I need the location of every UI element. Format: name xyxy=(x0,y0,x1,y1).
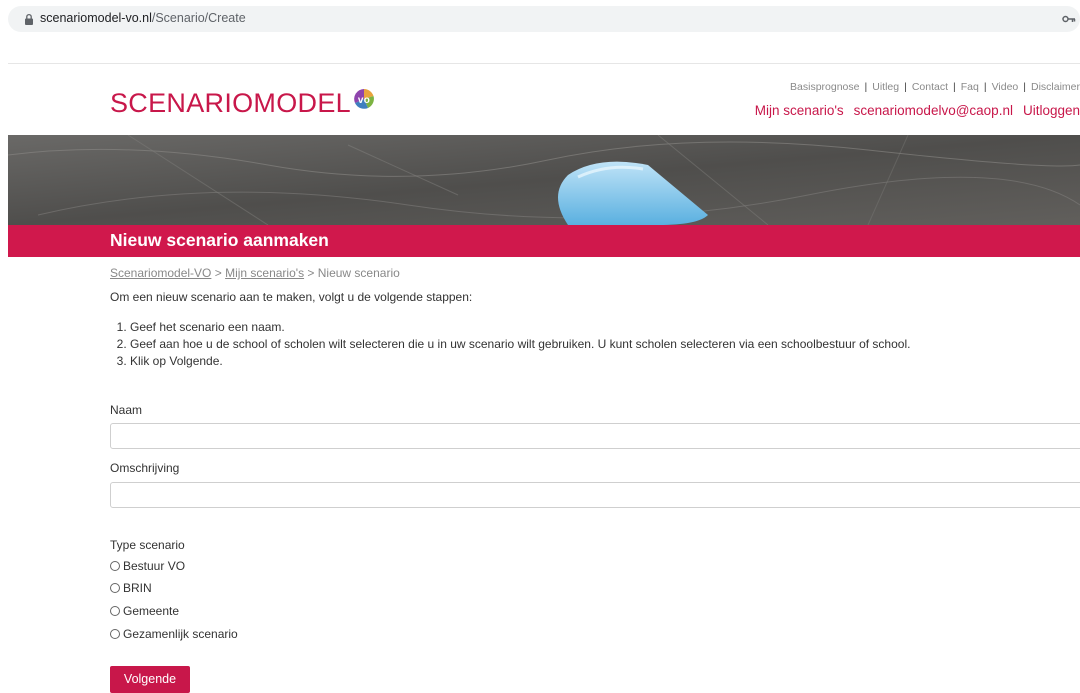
steps-list: Geef het scenario een naam. Geef aan hoe… xyxy=(110,319,1080,370)
nav-link-contact[interactable]: Contact xyxy=(912,81,948,93)
nav-link-basisprognose[interactable]: Basisprognose xyxy=(790,81,859,93)
nav-separator: | xyxy=(864,81,868,93)
page-title: Nieuw scenario aanmaken xyxy=(110,230,329,250)
utility-nav: Basisprognose | Uitleg | Contact | Faq | Video | D… xyxy=(790,81,1080,93)
nav-separator: | xyxy=(904,81,907,93)
description-label: Omschrijving xyxy=(110,461,180,475)
radio-button[interactable] xyxy=(110,561,120,571)
logout-link[interactable]: Uitloggen xyxy=(1023,103,1080,118)
key-icon[interactable] xyxy=(1062,11,1076,27)
browser-toolbar: scenariomodel-vo.nl/Scenario/Create xyxy=(0,0,1080,38)
radio-label[interactable]: BRIN xyxy=(123,581,152,595)
radio-button[interactable] xyxy=(110,629,120,639)
breadcrumb-current: Nieuw scenario xyxy=(317,266,400,280)
nav-separator: | xyxy=(953,81,956,93)
breadcrumb-separator: > xyxy=(211,266,226,280)
radio-option-gemeente[interactable]: Gemeente xyxy=(110,604,179,620)
radio-label[interactable]: Gemeente xyxy=(123,604,179,618)
radio-button[interactable] xyxy=(110,606,120,616)
next-button[interactable]: Volgende xyxy=(110,666,190,693)
step-item: Geef het scenario een naam. xyxy=(130,319,1080,336)
site-logo[interactable]: SCENARIOMODEL vo xyxy=(110,86,375,119)
breadcrumb-home-link[interactable]: Scenariomodel-VO xyxy=(110,266,211,280)
address-bar[interactable]: scenariomodel-vo.nl/Scenario/Create xyxy=(8,6,1080,32)
url-domain: scenariomodel-vo.nl xyxy=(40,11,152,25)
main-content: Scenariomodel-VO > Mijn scenario's > Nie… xyxy=(110,266,1080,370)
url-path: /Scenario/Create xyxy=(151,11,246,25)
scenario-type-label: Type scenario xyxy=(110,538,185,552)
nav-link-faq[interactable]: Faq xyxy=(961,81,979,93)
account-nav: Mijn scenario's scenariomodelvo@caop.nl Ui… xyxy=(745,103,1080,118)
nav-separator: | xyxy=(1023,81,1026,93)
page-title-bar: Nieuw scenario aanmaken xyxy=(8,225,1080,257)
radio-button[interactable] xyxy=(110,583,120,593)
radio-option-bestuur-vo[interactable]: Bestuur VO xyxy=(110,559,185,575)
nav-link-disclaimer[interactable]: Disclaimer xyxy=(1031,81,1080,93)
intro-text: Om een nieuw scenario aan te maken, volg… xyxy=(110,290,473,304)
my-scenarios-link[interactable]: Mijn scenario's xyxy=(755,103,844,118)
radio-option-brin[interactable]: BRIN xyxy=(110,581,152,597)
nav-link-video[interactable]: Video xyxy=(992,81,1019,93)
breadcrumb-my-scenarios-link[interactable]: Mijn scenario's xyxy=(225,266,304,280)
url-text[interactable]: scenariomodel-vo.nl/Scenario/Create xyxy=(40,11,246,25)
logo-text: SCENARIOMODEL xyxy=(110,88,351,118)
breadcrumb: Scenariomodel-VO > Mijn scenario's > Nie… xyxy=(110,266,1080,280)
description-input[interactable] xyxy=(110,482,1080,508)
breadcrumb-separator: > xyxy=(304,266,318,280)
name-label: Naam xyxy=(110,403,143,417)
step-item: Geef aan hoe u de school of scholen wilt… xyxy=(130,336,1080,353)
user-email-link[interactable]: scenariomodelvo@caop.nl xyxy=(854,103,1013,118)
radio-label[interactable]: Gezamenlijk scenario xyxy=(123,627,238,641)
step-item: Klik op Volgende. xyxy=(130,353,1080,370)
lock-icon[interactable] xyxy=(22,11,36,27)
name-input[interactable] xyxy=(110,423,1080,449)
radio-option-gezamenlijk-scenario[interactable]: Gezamenlijk scenario xyxy=(110,627,238,643)
header-banner-image xyxy=(8,135,1080,225)
nav-separator: | xyxy=(983,81,987,93)
logo-badge-icon: vo xyxy=(353,86,375,109)
svg-text:vo: vo xyxy=(358,95,370,106)
radio-label[interactable]: Bestuur VO xyxy=(123,559,185,573)
header-divider xyxy=(8,63,1080,64)
nav-link-uitleg[interactable]: Uitleg xyxy=(872,81,899,93)
